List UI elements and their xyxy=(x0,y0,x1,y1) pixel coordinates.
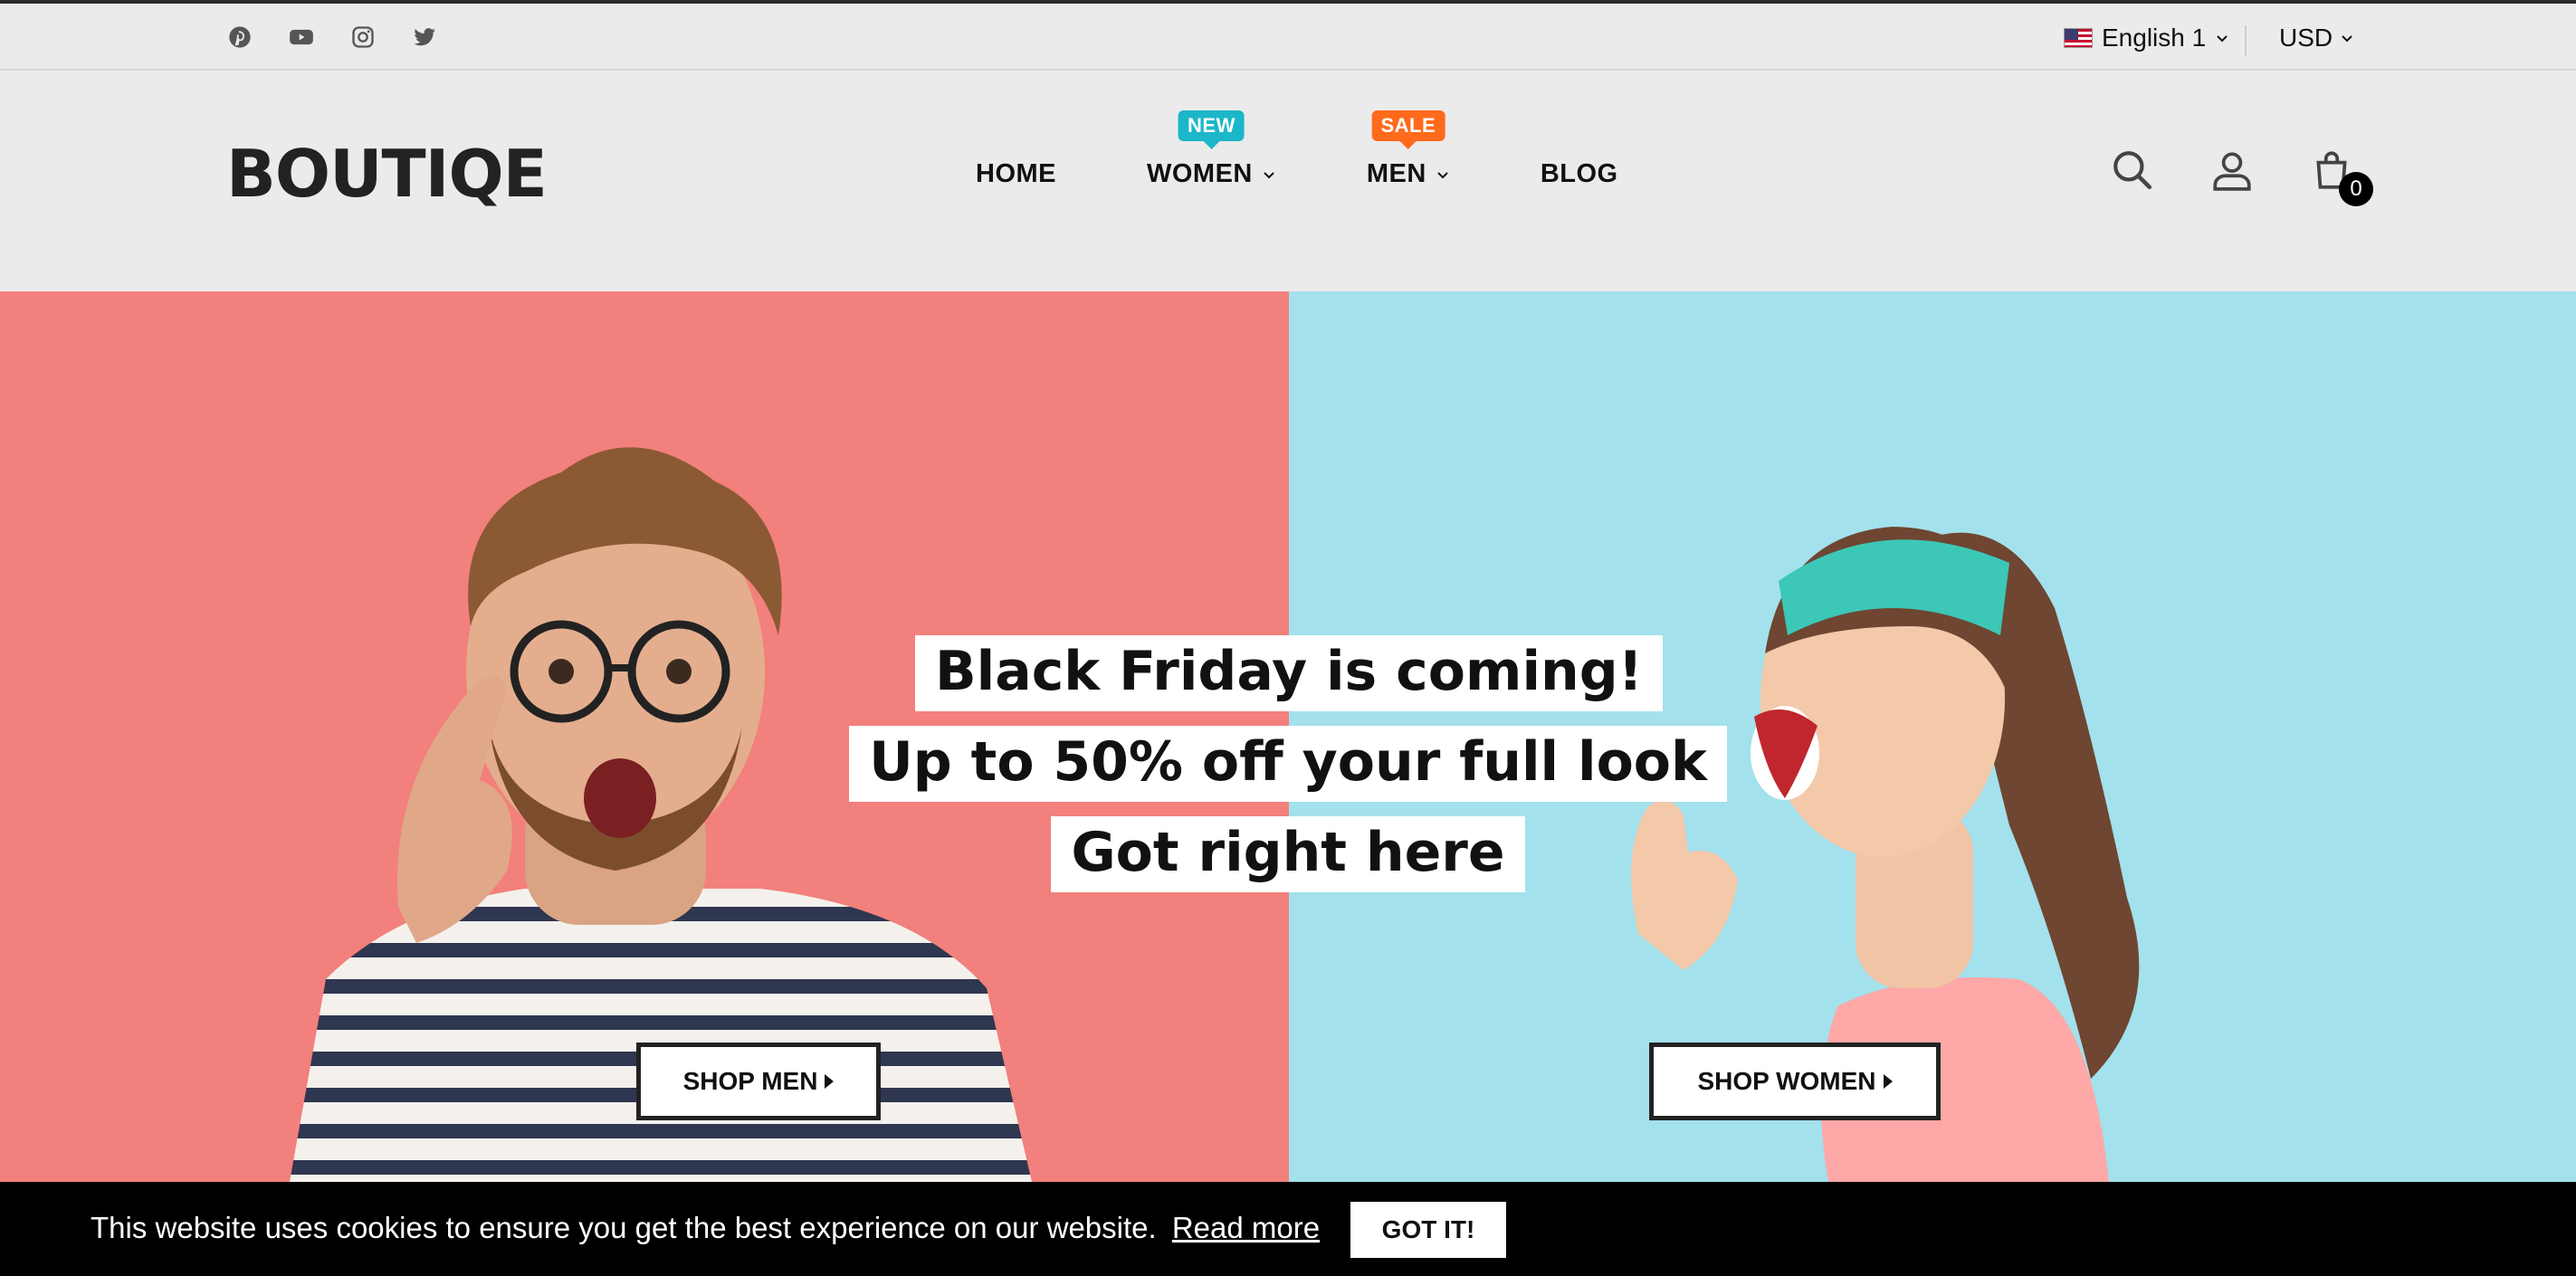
twitter-icon[interactable] xyxy=(411,24,438,51)
cart-count-badge: 0 xyxy=(2339,172,2373,206)
cookie-banner: This website uses cookies to ensure you … xyxy=(0,1182,2576,1276)
got-it-button[interactable]: GOT IT! xyxy=(1350,1202,1506,1258)
nav-women[interactable]: NEW WOMEN xyxy=(1147,110,1276,189)
cookie-message: This website uses cookies to ensure you … xyxy=(91,1211,1320,1245)
language-label: English 1 xyxy=(2102,24,2207,52)
language-selector[interactable]: English 1 xyxy=(2064,22,2229,54)
account-icon[interactable] xyxy=(2209,145,2256,195)
cookie-text: This website uses cookies to ensure you … xyxy=(91,1211,1157,1244)
nav-women-label: WOMEN xyxy=(1147,159,1253,188)
search-icon[interactable] xyxy=(2109,145,2156,195)
hero-headline: Black Friday is coming! Up to 50% off yo… xyxy=(0,635,2576,892)
shop-men-button[interactable]: SHOP MEN xyxy=(636,1043,881,1120)
site-header: BOUTIQE HOME NEW WOMEN SALE MEN BLOG 0 xyxy=(0,72,2576,291)
site-logo[interactable]: BOUTIQE xyxy=(226,136,548,212)
header-actions: 0 xyxy=(2109,145,2373,206)
nav-men-label: MEN xyxy=(1366,159,1426,188)
headline-line-2: Up to 50% off your full look xyxy=(849,726,1727,802)
read-more-link[interactable]: Read more xyxy=(1172,1211,1320,1244)
caret-right-icon xyxy=(1883,1074,1893,1089)
instagram-icon[interactable] xyxy=(349,24,377,51)
headline-line-3: Got right here xyxy=(1051,816,1525,892)
chevron-down-icon xyxy=(2217,35,2228,43)
nav-men[interactable]: SALE MEN xyxy=(1366,110,1450,189)
nav-home-label: HOME xyxy=(976,159,1056,188)
shop-women-label: SHOP WOMEN xyxy=(1697,1067,1876,1095)
shop-women-button[interactable]: SHOP WOMEN xyxy=(1649,1043,1941,1120)
caret-right-icon xyxy=(825,1074,835,1089)
cart-icon[interactable]: 0 xyxy=(2308,145,2373,206)
pinterest-icon[interactable] xyxy=(226,24,253,51)
hero-banner: Black Friday is coming! Up to 50% off yo… xyxy=(0,291,2576,1182)
social-links xyxy=(226,24,438,51)
new-badge: NEW xyxy=(1178,110,1245,141)
nav-blog-label: BLOG xyxy=(1540,159,1618,188)
currency-label: USD xyxy=(2279,24,2333,52)
nav-blog[interactable]: BLOG xyxy=(1541,159,1618,189)
main-nav: HOME NEW WOMEN SALE MEN BLOG xyxy=(976,110,1618,189)
chevron-down-icon xyxy=(1264,171,1274,178)
youtube-icon[interactable] xyxy=(288,24,315,51)
currency-selector[interactable]: USD xyxy=(2279,22,2354,54)
sale-badge: SALE xyxy=(1371,110,1445,141)
headline-line-1: Black Friday is coming! xyxy=(914,635,1664,711)
us-flag-icon xyxy=(2064,28,2093,48)
utility-bar: English 1 USD xyxy=(0,4,2576,71)
shop-men-label: SHOP MEN xyxy=(682,1067,818,1095)
chevron-down-icon xyxy=(2342,35,2352,43)
nav-home[interactable]: HOME xyxy=(976,159,1056,189)
divider xyxy=(2245,25,2247,56)
chevron-down-icon xyxy=(1437,171,1448,178)
